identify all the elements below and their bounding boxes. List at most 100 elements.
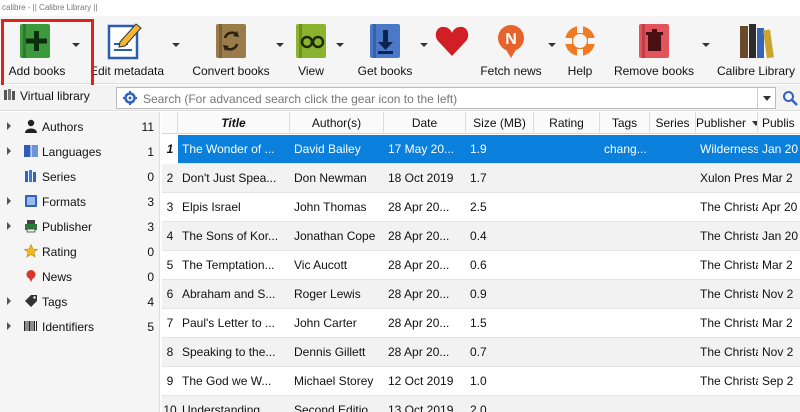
get-books-label: Get books: [357, 64, 413, 78]
column-header-series[interactable]: Series: [650, 112, 696, 134]
sidebar-item-publisher[interactable]: Publisher 3: [0, 214, 160, 239]
sidebar-item-label: Identifiers: [42, 320, 95, 334]
sidebar-item-label: Rating: [42, 245, 77, 259]
cell-series: [650, 222, 696, 251]
sidebar-item-news[interactable]: News 0: [0, 264, 160, 289]
remove-books-icon: [639, 24, 669, 58]
star-icon: [24, 244, 38, 258]
sidebar-item-languages[interactable]: Languages 1: [0, 139, 160, 164]
get-books-dropdown-arrow[interactable]: [420, 43, 428, 47]
cell-publisher: The Christa...: [700, 287, 758, 301]
sidebar-item-formats[interactable]: Formats 3: [0, 189, 160, 214]
formats-icon: [25, 195, 37, 207]
cell-rating: [534, 135, 600, 164]
cell-pubdate: [758, 396, 800, 412]
cell-date: 28 Apr 20...: [388, 200, 450, 214]
expand-arrow-icon[interactable]: [7, 197, 11, 205]
gear-icon[interactable]: [123, 91, 137, 105]
help-label: Help: [567, 64, 593, 78]
column-header-size[interactable]: Size (MB): [466, 112, 534, 134]
view-button[interactable]: View: [288, 16, 334, 84]
cell-size: 0.4: [470, 229, 487, 243]
expand-arrow-icon[interactable]: [7, 147, 11, 155]
fetch-news-button[interactable]: N Fetch news: [476, 16, 546, 84]
series-icon: [25, 170, 36, 182]
sidebar-item-rating[interactable]: Rating 0: [0, 239, 160, 264]
expand-arrow-icon[interactable]: [7, 122, 11, 130]
cell-rating: [534, 164, 600, 193]
cell-author: Roger Lewis: [294, 287, 361, 301]
column-header-tags[interactable]: Tags: [600, 112, 650, 134]
person-icon: [25, 119, 37, 133]
convert-books-dropdown-arrow[interactable]: [276, 43, 284, 47]
edit-metadata-button[interactable]: Edit metadata: [86, 16, 168, 84]
table-row-selected[interactable]: 1 The Wonder of ... David Bailey 17 May 20.…: [162, 135, 800, 164]
cell-title: Elpis Israel: [182, 200, 241, 214]
edit-metadata-dropdown-arrow[interactable]: [172, 43, 180, 47]
virtual-library-label: Virtual library: [20, 89, 90, 103]
expand-arrow-icon[interactable]: [7, 222, 11, 230]
virtual-library-button[interactable]: Virtual library: [4, 89, 90, 107]
sidebar-item-series[interactable]: Series 0: [0, 164, 160, 189]
search-history-dropdown[interactable]: [757, 88, 775, 108]
donate-button[interactable]: [430, 16, 474, 84]
table-row[interactable]: 6 Abraham and S... Roger Lewis 28 Apr 20...…: [162, 280, 800, 309]
remove-books-button[interactable]: Remove books: [612, 16, 696, 84]
calibre-library-label: Calibre Library: [716, 64, 796, 78]
column-header-row-number[interactable]: [162, 112, 178, 134]
expand-arrow-icon[interactable]: [7, 322, 11, 330]
edit-metadata-label: Edit metadata: [89, 64, 165, 78]
cell-author: Michael Storey: [294, 374, 374, 388]
column-header-title[interactable]: Title: [178, 112, 290, 134]
sidebar-item-authors[interactable]: Authors 11: [0, 114, 160, 139]
cell-series: [650, 338, 696, 367]
cell-tags: [600, 222, 650, 251]
fetch-news-dropdown-arrow[interactable]: [548, 43, 556, 47]
table-row[interactable]: 4 The Sons of Kor... Jonathan Cope 28 Apr 2…: [162, 222, 800, 251]
search-placeholder: Search (For advanced search click the ge…: [143, 92, 458, 106]
cell-date: 13 Oct 2019: [388, 403, 454, 412]
main-toolbar: Add books Edit metadata Convert books Vi…: [0, 16, 800, 99]
column-header-rating[interactable]: Rating: [534, 112, 600, 134]
column-header-date[interactable]: Date: [384, 112, 466, 134]
convert-books-label: Convert books: [192, 64, 270, 78]
cell-num: 6: [166, 287, 174, 301]
cell-pubdate: Mar 2: [762, 171, 793, 185]
column-header-publisher[interactable]: Publisher: [696, 112, 758, 134]
cell-date: 28 Apr 20...: [388, 258, 450, 272]
languages-icon: [24, 145, 38, 157]
sidebar-item-label: Languages: [42, 145, 102, 159]
view-label: View: [298, 64, 324, 78]
cell-publisher: [696, 396, 758, 412]
sidebar-item-tags[interactable]: Tags 4: [0, 289, 160, 314]
cell-date: 28 Apr 20...: [388, 287, 450, 301]
expand-arrow-icon[interactable]: [7, 297, 11, 305]
cell-publisher: The Christa...: [700, 374, 758, 388]
table-row[interactable]: 3 Elpis Israel John Thomas 28 Apr 20... 2.5 T…: [162, 193, 800, 222]
sidebar-item-identifiers[interactable]: Identifiers 5: [0, 314, 160, 339]
column-header-authors[interactable]: Author(s): [290, 112, 384, 134]
column-header-pubdate[interactable]: Publis: [758, 112, 800, 134]
get-books-button[interactable]: Get books: [352, 16, 418, 84]
table-row[interactable]: 9 The God we W... Michael Storey 12 Oct 201…: [162, 367, 800, 396]
cell-size: 1.0: [470, 374, 487, 388]
cell-title: Speaking to the...: [182, 345, 276, 359]
search-input[interactable]: Search (For advanced search click the ge…: [116, 87, 776, 109]
cell-tags: [600, 280, 650, 309]
search-icon[interactable]: [782, 90, 798, 106]
remove-books-dropdown-arrow[interactable]: [702, 43, 710, 47]
calibre-library-button[interactable]: Calibre Library: [712, 16, 800, 84]
help-button[interactable]: Help: [558, 16, 602, 84]
convert-books-button[interactable]: Convert books: [188, 16, 274, 84]
table-row[interactable]: 10 Understanding ... Second Editio... 13 Oc…: [162, 396, 800, 412]
cell-num: 5: [166, 258, 174, 272]
cell-title: The Wonder of ...: [182, 142, 275, 156]
table-row[interactable]: 7 Paul's Letter to ... John Carter 28 Apr 2…: [162, 309, 800, 338]
table-row[interactable]: 8 Speaking to the... Dennis Gillett 28 Apr …: [162, 338, 800, 367]
cell-num: 3: [166, 200, 174, 214]
view-dropdown-arrow[interactable]: [336, 43, 344, 47]
table-row[interactable]: 2 Don't Just Spea... Don Newman 18 Oct 2019…: [162, 164, 800, 193]
table-row[interactable]: 5 The Temptation... Vic Aucott 28 Apr 20...…: [162, 251, 800, 280]
cell-publisher: The Christa...: [700, 229, 758, 243]
cell-pubdate: Mar 2: [762, 316, 793, 330]
